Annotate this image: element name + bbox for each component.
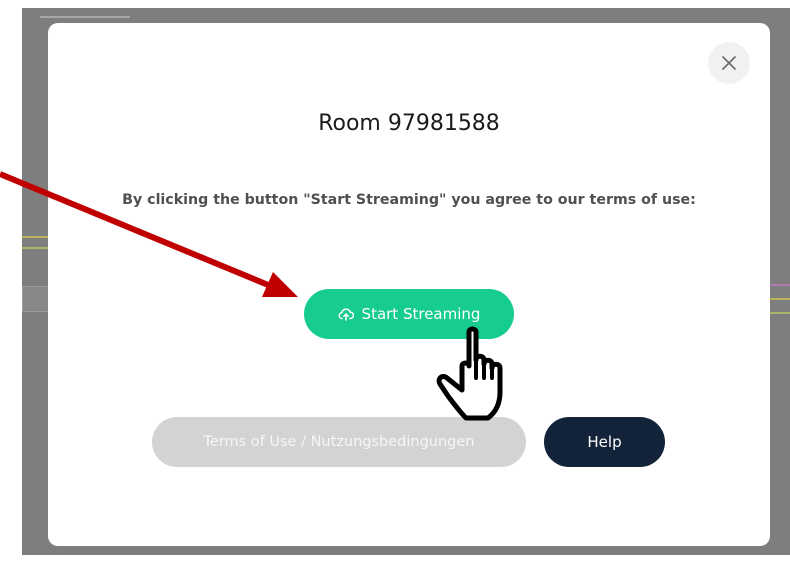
red-arrow bbox=[0, 171, 298, 297]
hand-pointer-icon bbox=[436, 326, 503, 421]
